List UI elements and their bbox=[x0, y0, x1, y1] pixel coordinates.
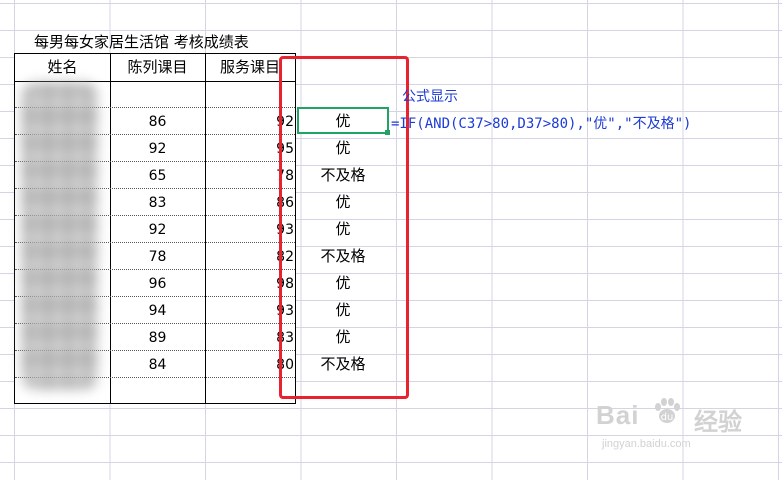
header-divider bbox=[15, 81, 295, 82]
display-score-cell[interactable]: 65 bbox=[110, 163, 205, 189]
display-score-cell[interactable]: 92 bbox=[110, 136, 205, 162]
paw-icon: du bbox=[655, 398, 680, 423]
watermark-url: jingyan.baidu.com bbox=[602, 438, 691, 450]
display-score-cell[interactable]: 78 bbox=[110, 244, 205, 270]
display-score-cell[interactable]: 94 bbox=[110, 298, 205, 324]
highlight-box bbox=[279, 56, 409, 399]
header-name[interactable]: 姓名 bbox=[15, 54, 110, 81]
display-score-cell[interactable]: 86 bbox=[110, 109, 205, 135]
display-score-cell[interactable]: 92 bbox=[110, 217, 205, 243]
formula-text: =IF(AND(C37>80,D37>80),"优","不及格") bbox=[391, 116, 692, 132]
watermark-brand-cn: 经验 bbox=[694, 408, 742, 436]
header-display-score[interactable]: 陈列课目 bbox=[110, 54, 205, 81]
display-score-cell[interactable]: 89 bbox=[110, 325, 205, 351]
watermark: Bai du 经验 jingyan.baidu.com bbox=[596, 394, 778, 460]
blurred-names bbox=[22, 83, 98, 389]
formula-caption: 公式显示 bbox=[402, 89, 458, 105]
svg-text:du: du bbox=[661, 412, 674, 423]
watermark-brand: Bai bbox=[596, 400, 640, 430]
display-score-cell[interactable]: 84 bbox=[110, 352, 205, 378]
display-score-cell[interactable]: 83 bbox=[110, 190, 205, 216]
sheet-title[interactable]: 每男每女家居生活馆 考核成绩表 bbox=[34, 31, 249, 52]
display-score-cell[interactable]: 96 bbox=[110, 271, 205, 297]
